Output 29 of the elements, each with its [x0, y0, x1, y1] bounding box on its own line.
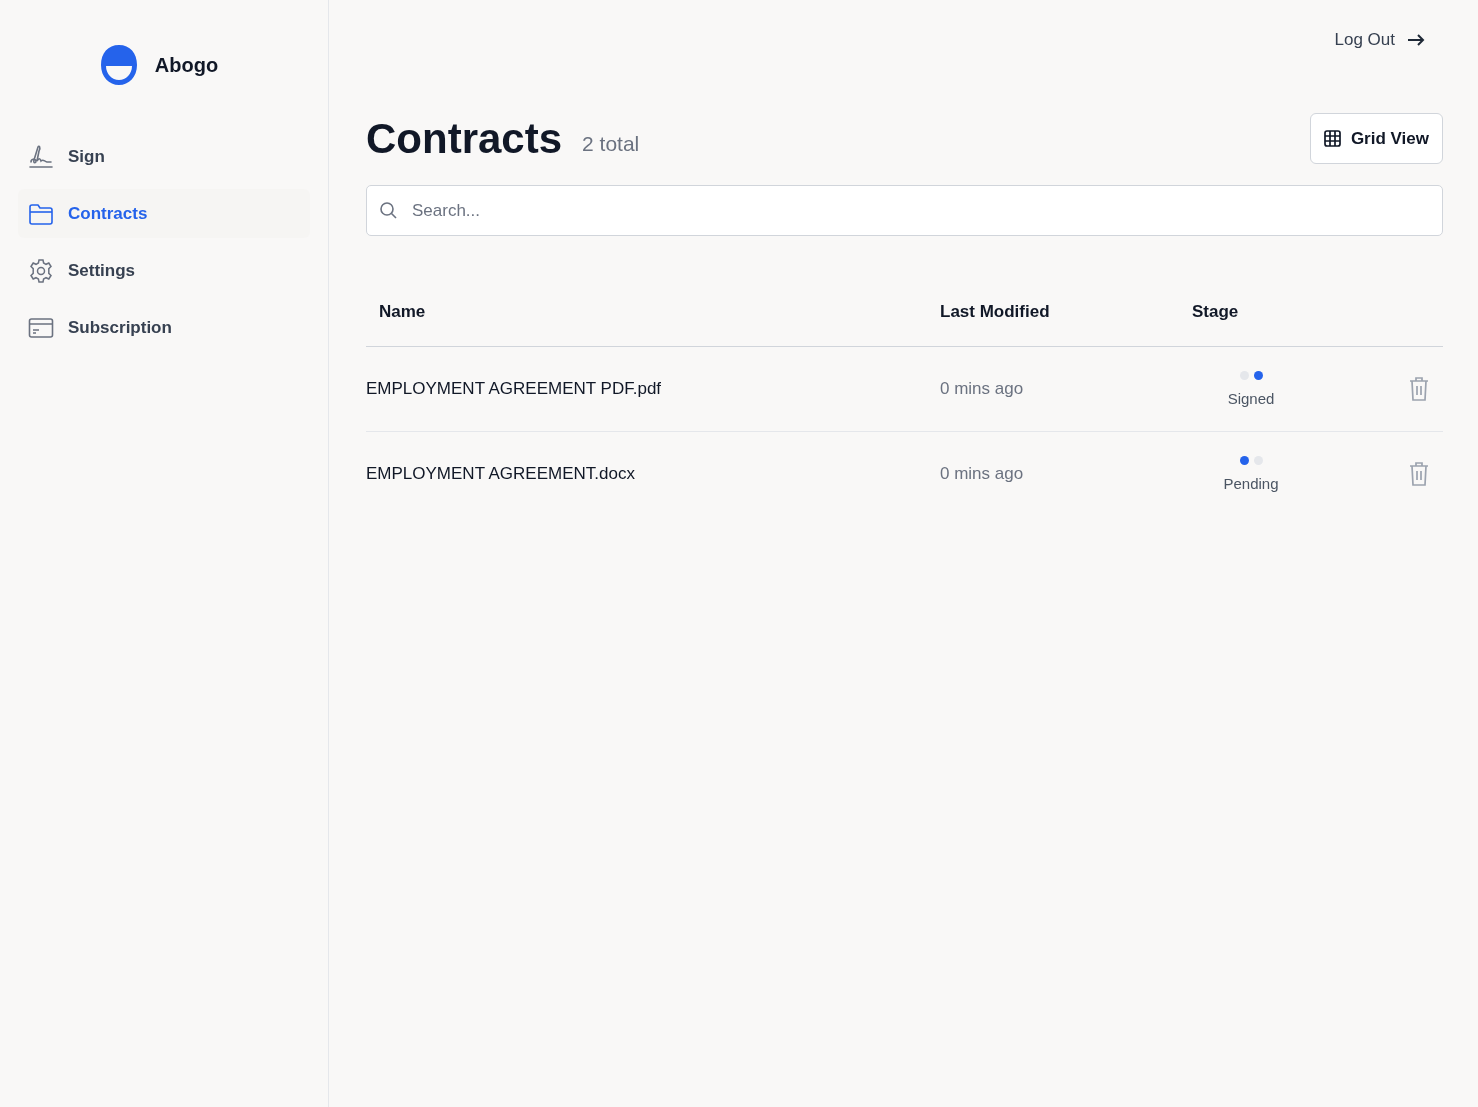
trash-icon [1409, 461, 1429, 487]
sidebar-item[interactable]: Settings [18, 246, 310, 295]
arrow-right-icon [1407, 34, 1425, 46]
total-count: 2 total [582, 131, 640, 156]
table-cell-text: EMPLOYMENT AGREEMENT PDF.pdf [366, 379, 663, 399]
column-header: Last Modified [940, 301, 1051, 323]
sidebar-item[interactable]: Sign [18, 132, 310, 181]
search-icon [379, 201, 397, 219]
sidebar-item[interactable]: Subscription [18, 303, 310, 352]
stage-label: Signed [1227, 390, 1275, 407]
trash-icon [1409, 376, 1429, 402]
brand-name: Abogo [154, 53, 219, 77]
grid-view-button[interactable]: Grid View [1309, 113, 1443, 164]
table-cell-text: 0 mins ago [940, 379, 1025, 399]
column-header: Name [378, 301, 427, 323]
sidebar-item[interactable]: Contracts [18, 189, 310, 238]
search-field[interactable]: Search... [366, 185, 1443, 236]
table-cell-text: EMPLOYMENT AGREEMENT.docx [366, 464, 636, 484]
delete-button[interactable] [1407, 459, 1431, 489]
logout-link[interactable]: Log Out [1334, 30, 1425, 50]
logo-icon [99, 44, 138, 86]
column-header: Stage [1192, 301, 1239, 323]
signature-icon [28, 143, 54, 170]
grid-icon [1323, 130, 1341, 147]
settings-icon [28, 257, 54, 284]
table-cell-text: 0 mins ago [940, 464, 1025, 484]
delete-button[interactable] [1407, 374, 1431, 404]
page-title: Contracts [366, 114, 563, 163]
stage-label: Pending [1223, 475, 1279, 492]
